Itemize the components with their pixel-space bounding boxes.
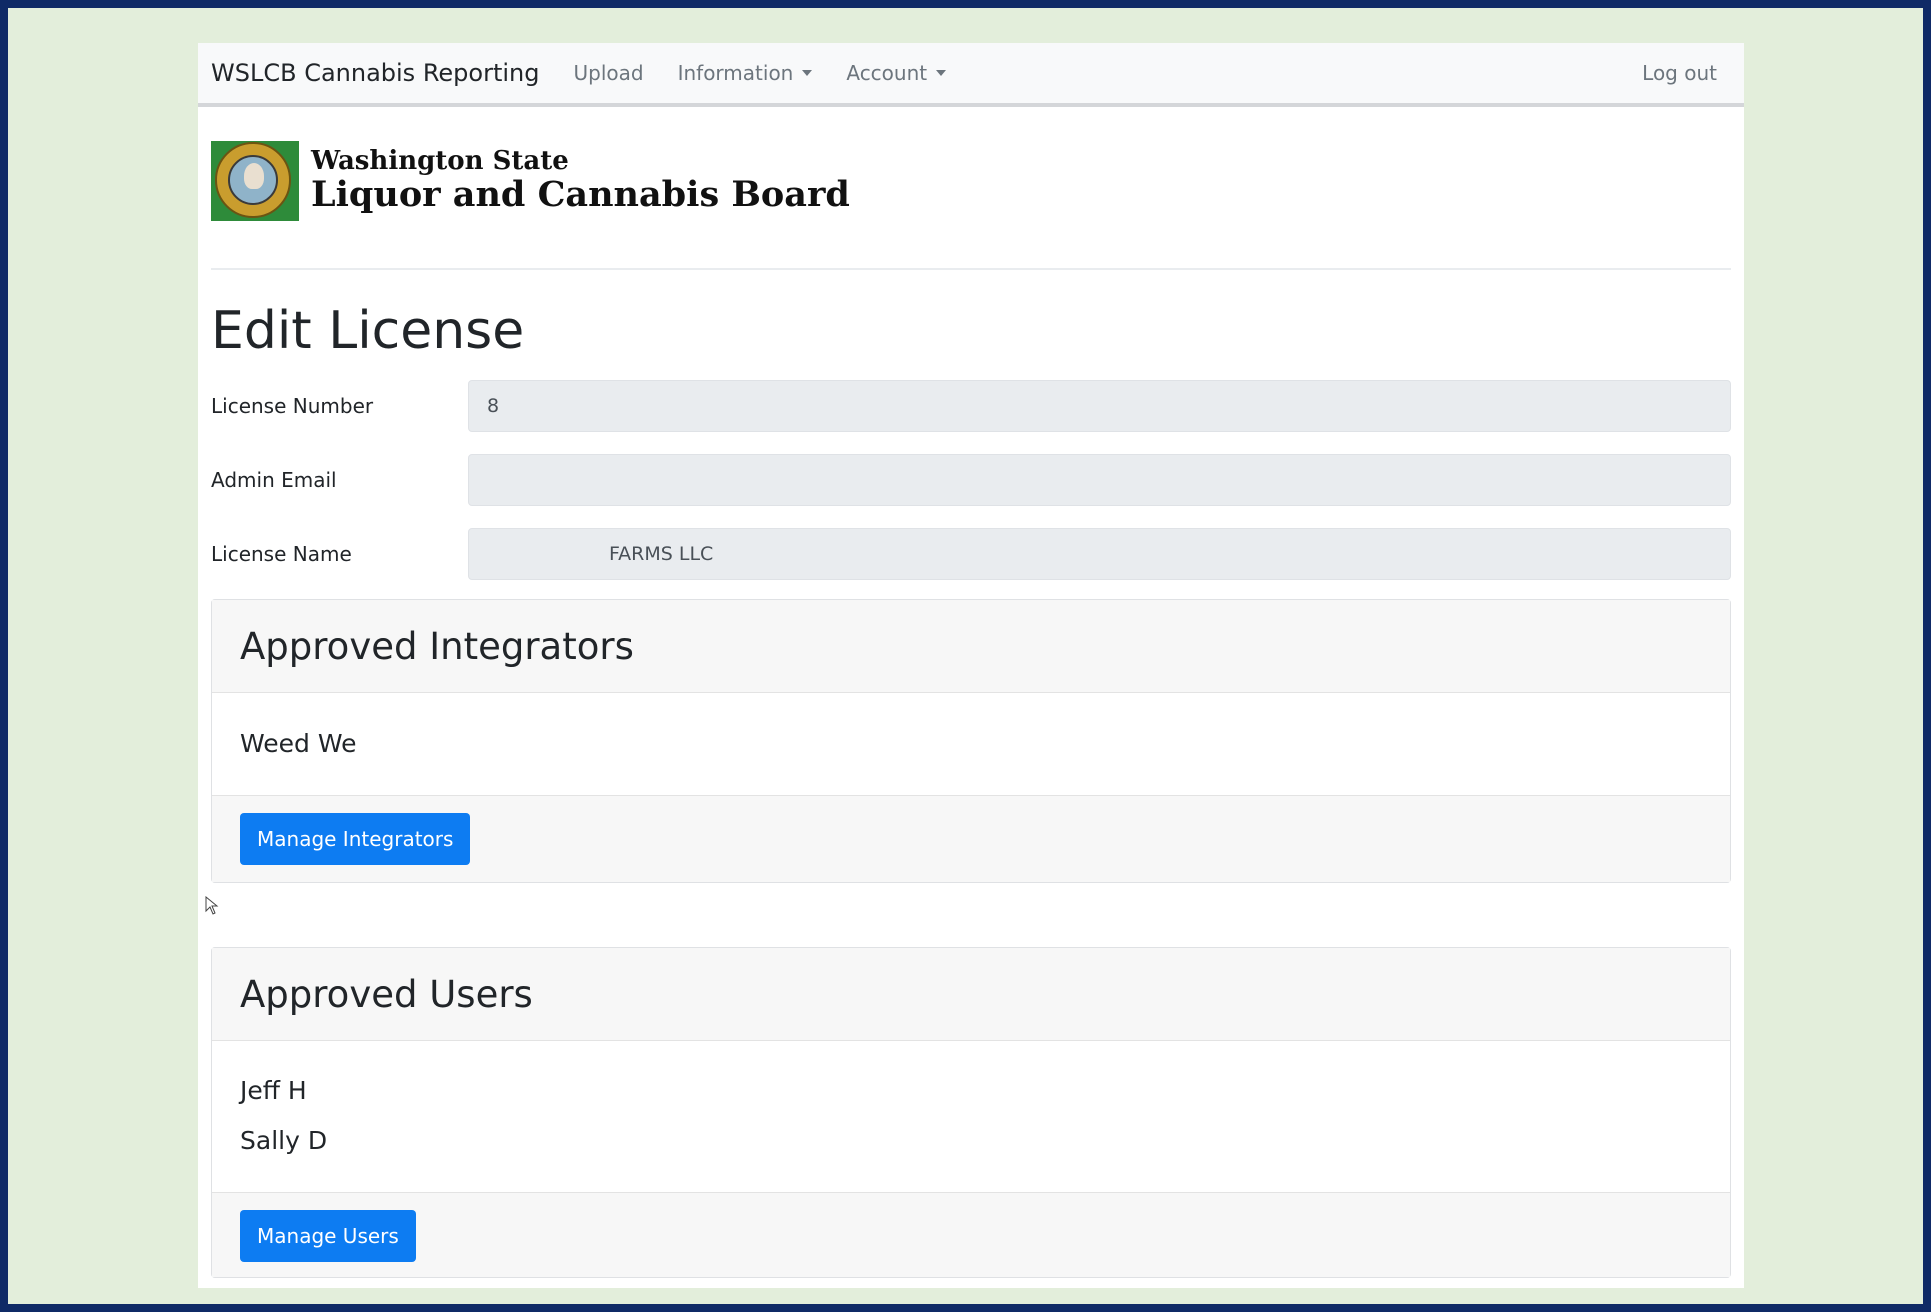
integrators-card-title: Approved Integrators [212, 600, 1730, 693]
agency-name-line1: Washington State [311, 146, 569, 176]
caret-down-icon [936, 70, 947, 76]
agency-logo: Washington State Liquor and Cannabis Boa… [211, 141, 850, 221]
nav-upload[interactable]: Upload [574, 61, 644, 85]
navbar-brand[interactable]: WSLCB Cannabis Reporting [211, 59, 540, 87]
users-list: Jeff H Sally D [212, 1041, 1730, 1193]
integrators-list: Weed We [212, 693, 1730, 796]
users-card-footer: Manage Users [212, 1193, 1730, 1277]
license-name-field[interactable]: FARMS LLC [468, 528, 1731, 580]
state-seal-icon [211, 141, 299, 221]
license-name-row: License Name FARMS LLC [211, 528, 1731, 580]
agency-name-line2: Liquor and Cannabis Board [311, 174, 850, 215]
license-number-row: License Number 8 [211, 380, 1731, 432]
top-navbar: WSLCB Cannabis Reporting Upload Informat… [198, 43, 1744, 107]
nav-information-dropdown[interactable]: Information [678, 61, 813, 85]
license-name-label: License Name [211, 542, 352, 566]
manage-users-button[interactable]: Manage Users [240, 1210, 416, 1262]
admin-email-row: Admin Email [211, 454, 1731, 506]
nav-account-label: Account [846, 61, 928, 85]
nav-account-dropdown[interactable]: Account [846, 61, 947, 85]
integrator-item: Weed We [240, 729, 357, 758]
mouse-cursor-icon [205, 896, 219, 915]
user-item: Jeff H [240, 1076, 307, 1105]
agency-name: Washington State Liquor and Cannabis Boa… [311, 146, 850, 216]
user-item: Sally D [240, 1126, 328, 1155]
caret-down-icon [802, 70, 813, 76]
nav-information-label: Information [677, 61, 794, 85]
approved-users-card: Approved Users Jeff H Sally D Manage Use… [211, 947, 1731, 1278]
app-window: WSLCB Cannabis Reporting Upload Informat… [198, 43, 1744, 1288]
manage-integrators-button[interactable]: Manage Integrators [240, 813, 471, 865]
license-number-label: License Number [211, 394, 374, 418]
admin-email-field[interactable] [468, 454, 1731, 506]
integrators-card-footer: Manage Integrators [212, 796, 1730, 882]
header-divider [211, 268, 1731, 270]
logout-link[interactable]: Log out [1642, 61, 1717, 85]
users-card-title: Approved Users [212, 948, 1730, 1041]
approved-integrators-card: Approved Integrators Weed We Manage Inte… [211, 599, 1731, 883]
page-title: Edit License [211, 301, 525, 361]
license-number-field[interactable]: 8 [468, 380, 1731, 432]
admin-email-label: Admin Email [211, 468, 337, 492]
